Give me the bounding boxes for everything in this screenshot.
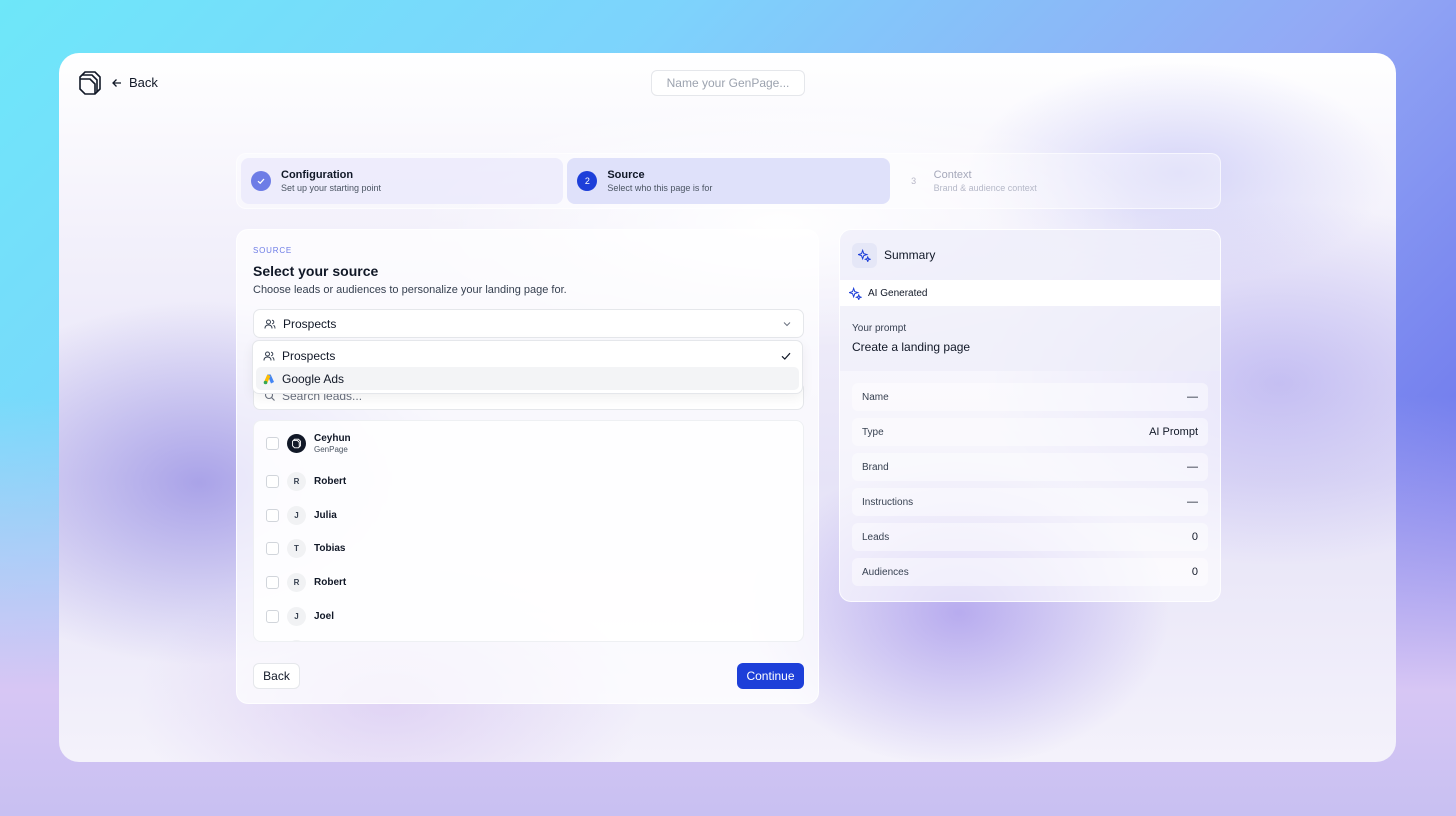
field-label: Leads (862, 531, 890, 543)
list-item[interactable]: J Joel (254, 599, 803, 633)
step-title: Context (933, 169, 972, 181)
lead-name: Ceyhun (314, 432, 351, 444)
genpage-logo-icon (292, 438, 301, 448)
avatar: R (287, 573, 306, 593)
avatar: T (287, 539, 306, 559)
arrow-left-icon (112, 78, 121, 87)
summary-field-type: Type AI Prompt (852, 418, 1208, 446)
summary-card: Summary AI Generated Your prompt Create … (839, 229, 1221, 602)
check-icon (251, 171, 271, 191)
users-icon (263, 351, 275, 361)
list-item[interactable]: J Julia (254, 499, 803, 533)
chevron-down-icon (783, 321, 791, 326)
field-value: 0 (1191, 566, 1198, 578)
prompt-section: Your prompt Create a landing page (840, 306, 1220, 371)
checkbox[interactable] (266, 542, 279, 556)
dropdown-option-label: Prospects (282, 348, 336, 363)
prompt-value: Create a landing page (852, 340, 971, 354)
summary-fields: Name — Type AI Prompt Brand — Instructio… (840, 371, 1220, 586)
google-ads-icon (263, 374, 274, 384)
avatar (287, 433, 306, 453)
lead-name: Joel (314, 610, 335, 622)
avatar: R (287, 472, 306, 492)
summary-field-audiences: Audiences 0 (852, 558, 1208, 586)
sparkles-icon (849, 286, 862, 300)
field-label: Instructions (862, 496, 914, 508)
checkbox[interactable] (266, 436, 279, 450)
check-icon (781, 352, 791, 360)
field-label: Audiences (862, 566, 909, 578)
dropdown-option-google-ads[interactable]: Google Ads (256, 367, 799, 390)
list-item[interactable]: Ceyhun GenPage (254, 421, 803, 465)
avatar: J (287, 505, 306, 525)
source-select[interactable]: Prospects (253, 309, 804, 338)
prompt-label: Your prompt (852, 323, 907, 334)
step-number: 3 (911, 176, 917, 186)
back-link[interactable]: Back (111, 75, 158, 90)
lead-name: Robert (314, 476, 347, 488)
genpage-logo-icon[interactable] (76, 69, 104, 97)
source-dropdown-menu: Prospects Google Ads (252, 340, 803, 394)
step-title: Configuration (281, 169, 354, 181)
source-title: Select your source (253, 263, 379, 279)
summary-title: Summary (884, 248, 936, 262)
step-number: 2 (577, 171, 598, 191)
ai-generated-banner: AI Generated (840, 280, 1220, 306)
source-description: Choose leads or audiences to personalize… (253, 284, 567, 296)
source-card: SOURCE Select your source Choose leads o… (236, 229, 819, 704)
dropdown-option-label: Google Ads (282, 371, 345, 386)
list-item[interactable]: R Robert (254, 465, 803, 499)
dropdown-option-prospects[interactable]: Prospects (256, 344, 799, 367)
avatar: J (287, 606, 306, 626)
ai-generated-label: AI Generated (868, 287, 928, 299)
back-button[interactable]: Back (253, 663, 300, 689)
step-configuration[interactable]: Configuration Set up your starting point (241, 158, 564, 204)
list-item[interactable]: R Robert (254, 566, 803, 600)
users-icon (264, 319, 276, 329)
app-window: Back Configuration Set up your starting … (59, 53, 1396, 762)
list-item[interactable]: T Tobias (254, 532, 803, 566)
step-subtitle: Set up your starting point (281, 183, 382, 193)
field-value: 0 (1191, 531, 1198, 543)
summary-field-brand: Brand — (852, 453, 1208, 481)
avatar (287, 640, 306, 641)
page-name-input[interactable] (651, 70, 805, 96)
top-bar: Back (59, 53, 1396, 113)
stepper: Configuration Set up your starting point… (236, 153, 1221, 209)
field-value: AI Prompt (1149, 426, 1198, 438)
source-select-value: Prospects (283, 316, 337, 331)
field-label: Brand (862, 461, 889, 473)
leads-list: Ceyhun GenPage R Robert J Julia T Tobias (253, 420, 804, 642)
step-subtitle: Select who this page is for (607, 183, 713, 193)
section-eyebrow: SOURCE (253, 246, 293, 255)
sparkles-icon (852, 242, 877, 268)
checkbox[interactable] (266, 609, 279, 623)
list-item[interactable] (254, 633, 803, 641)
summary-field-leads: Leads 0 (852, 523, 1208, 551)
checkbox[interactable] (266, 475, 279, 489)
step-title: Source (607, 169, 645, 181)
field-label: Type (862, 426, 884, 438)
field-value: — (1187, 391, 1198, 403)
summary-field-name: Name — (852, 383, 1208, 411)
step-source[interactable]: 2 Source Select who this page is for (567, 158, 890, 204)
back-link-label: Back (129, 75, 158, 90)
field-value: — (1187, 496, 1198, 508)
field-label: Name (862, 391, 889, 403)
lead-name: Tobias (314, 543, 346, 555)
step-context[interactable]: 3 Context Brand & audience context (894, 158, 1216, 204)
lead-company: GenPage (314, 444, 348, 454)
step-subtitle: Brand & audience context (933, 183, 1037, 193)
continue-button[interactable]: Continue (737, 663, 804, 689)
checkbox[interactable] (266, 576, 279, 590)
lead-name: Robert (314, 577, 347, 589)
summary-field-instructions: Instructions — (852, 488, 1208, 516)
checkbox[interactable] (266, 508, 279, 522)
summary-header: Summary (840, 230, 1220, 280)
field-value: — (1187, 461, 1198, 473)
lead-name: Julia (314, 509, 337, 521)
